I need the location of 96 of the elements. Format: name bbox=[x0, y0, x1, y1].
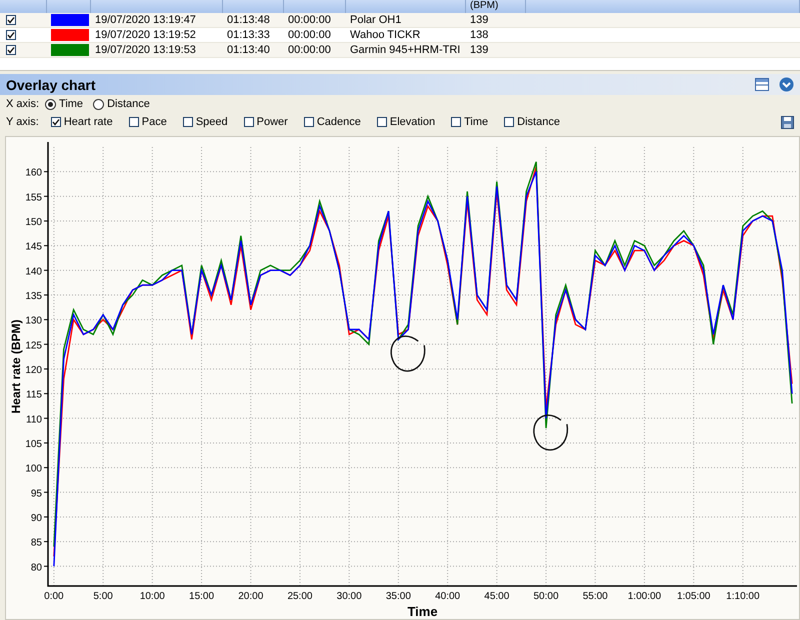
y-tick-label: 80 bbox=[30, 562, 42, 574]
tick-mark bbox=[44, 220, 48, 222]
x-tick-label: 50:00 bbox=[534, 591, 559, 602]
table-cell-text: 01:13:48 bbox=[226, 14, 271, 26]
tick-mark bbox=[44, 492, 48, 493]
tick-mark bbox=[44, 418, 48, 419]
checkbox[interactable] bbox=[504, 117, 514, 127]
y-tick-label: 125 bbox=[25, 340, 42, 352]
x-tick-label: 5:00 bbox=[93, 591, 113, 602]
table-cell-text: Garmin 945+HRM-TRI bbox=[349, 44, 462, 56]
y-tick-label: 120 bbox=[25, 364, 42, 376]
radio-label: Time bbox=[59, 98, 84, 110]
tick-mark bbox=[44, 442, 48, 444]
checkbox[interactable] bbox=[376, 117, 387, 127]
panel-title: Overlay chart bbox=[6, 76, 96, 92]
x-tick-label: 25:00 bbox=[287, 591, 312, 602]
y-tick-label: 135 bbox=[25, 290, 42, 302]
tick-mark bbox=[44, 393, 48, 394]
table-cell-text: 19/07/2020 13:19:52 bbox=[94, 29, 197, 41]
layout-icon[interactable] bbox=[755, 78, 769, 91]
y-tick-label: 100 bbox=[25, 464, 42, 475]
x-tick-label: 45:00 bbox=[484, 591, 510, 602]
x-tick-label: 40:00 bbox=[435, 591, 460, 602]
tick-mark bbox=[44, 294, 48, 296]
checkbox-label: Distance bbox=[517, 116, 560, 128]
table-cell-text: Polar OH1 bbox=[349, 14, 402, 26]
tick-mark bbox=[44, 245, 48, 246]
tick-mark bbox=[44, 171, 48, 172]
tick-mark bbox=[44, 467, 48, 468]
tick-mark bbox=[44, 566, 48, 567]
collapse-icon[interactable] bbox=[779, 77, 794, 92]
y-tick-label: 160 bbox=[25, 168, 42, 179]
y-tick-label: 105 bbox=[25, 438, 42, 450]
checkbox[interactable] bbox=[6, 15, 16, 25]
checkbox-label: Pace bbox=[142, 116, 167, 128]
table-cell-text: 19/07/2020 13:19:47 bbox=[94, 14, 197, 26]
checkbox[interactable] bbox=[182, 117, 193, 127]
y-tick-label: 145 bbox=[25, 242, 42, 253]
checkbox[interactable] bbox=[244, 117, 254, 127]
checkbox-label: Cadence bbox=[316, 116, 361, 128]
y-tick-label: 140 bbox=[25, 266, 42, 278]
x-tick-label: 1:05:00 bbox=[676, 591, 710, 602]
y-tick-label: 130 bbox=[25, 316, 42, 327]
tick-mark bbox=[44, 344, 48, 345]
x-tick-label: 55:00 bbox=[582, 591, 608, 602]
checkbox[interactable] bbox=[6, 45, 16, 55]
tick-mark bbox=[44, 516, 48, 518]
x-tick-label: 30:00 bbox=[336, 591, 362, 602]
x-tick-label: 20:00 bbox=[238, 591, 264, 602]
table-cell-text: 01:13:33 bbox=[226, 29, 271, 41]
y-axis-label: Y axis: bbox=[6, 116, 39, 128]
checkbox[interactable] bbox=[6, 30, 16, 40]
checkbox[interactable] bbox=[451, 117, 462, 127]
checkbox[interactable] bbox=[128, 117, 139, 127]
tick-mark bbox=[44, 368, 48, 370]
checkbox-label: Time bbox=[464, 116, 488, 128]
x-tick-label: 1:10:00 bbox=[726, 591, 760, 602]
table-cell-text: 01:13:40 bbox=[226, 44, 271, 56]
y-tick-label: 110 bbox=[26, 414, 42, 426]
table-cell-text: 00:00:00 bbox=[287, 44, 332, 56]
table-cell-text: 00:00:00 bbox=[287, 29, 332, 41]
y-tick-label: 150 bbox=[25, 217, 42, 228]
save-icon[interactable] bbox=[781, 116, 794, 128]
checkbox[interactable] bbox=[304, 117, 314, 127]
tick-mark bbox=[44, 270, 48, 271]
checkbox-label: Speed bbox=[196, 116, 228, 128]
table-cell-text: Wahoo TICKR bbox=[349, 29, 422, 41]
radio-button[interactable] bbox=[45, 98, 56, 110]
radio-button[interactable] bbox=[93, 98, 104, 110]
table-cell-text: 138 bbox=[469, 29, 490, 41]
radio-label: Distance bbox=[107, 98, 150, 110]
x-axis-label: X axis: bbox=[6, 98, 40, 110]
table-cell-text: 19/07/2020 13:19:53 bbox=[94, 44, 197, 56]
y-tick-label: 85 bbox=[30, 538, 42, 549]
y-tick-label: 95 bbox=[30, 488, 42, 500]
tick-mark bbox=[44, 541, 48, 542]
tick-mark bbox=[44, 196, 48, 197]
x-tick-label: 0:00 bbox=[44, 591, 64, 602]
y-tick-label: 115 bbox=[26, 390, 42, 401]
x-tick-label: 35:00 bbox=[386, 591, 411, 602]
y-tick-label: 90 bbox=[30, 512, 42, 524]
table-cell-text: 139 bbox=[469, 44, 490, 56]
x-tick-label: 15:00 bbox=[189, 591, 214, 602]
table-cell-text: 00:00:00 bbox=[287, 14, 332, 26]
tick-mark bbox=[44, 319, 48, 320]
checkbox-label: Heart rate bbox=[64, 116, 113, 128]
checkbox-label: Power bbox=[256, 116, 288, 128]
y-axis-title: Heart rate (BPM) bbox=[9, 319, 23, 414]
x-tick-label: 1:00:00 bbox=[628, 591, 662, 602]
checkbox[interactable] bbox=[50, 117, 61, 127]
x-axis-title: Time bbox=[407, 604, 438, 617]
x-tick-label: 10:00 bbox=[140, 591, 165, 602]
column-header: (BPM) bbox=[470, 0, 498, 11]
table-cell-text: 139 bbox=[469, 14, 490, 26]
y-tick-label: 155 bbox=[25, 192, 42, 204]
checkbox-label: Elevation bbox=[390, 116, 436, 128]
